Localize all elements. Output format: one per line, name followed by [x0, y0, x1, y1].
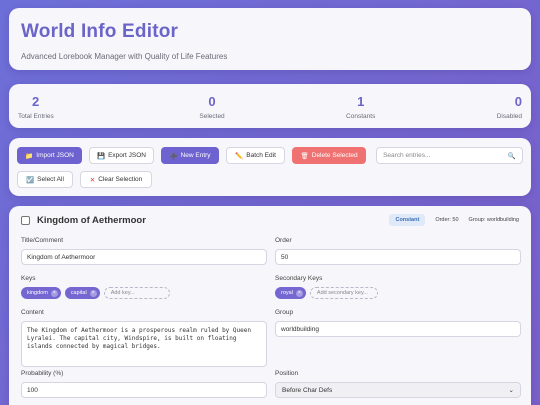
- clear-selection-label: Clear Selection: [98, 176, 143, 183]
- save-icon: 💾: [96, 152, 106, 160]
- stat-disabled-value: 0: [514, 94, 522, 109]
- probability-value: 100: [27, 386, 38, 394]
- remove-tag-icon[interactable]: ×: [295, 289, 303, 297]
- title-field[interactable]: Kingdom of Aethermoor: [21, 249, 267, 265]
- plus-icon: ➕: [169, 152, 178, 160]
- batch-edit-button[interactable]: ✏️ Batch Edit: [226, 147, 286, 164]
- delete-selected-label: Delete Selected: [311, 152, 358, 159]
- stat-total-value: 2: [32, 94, 40, 109]
- search-icon: 🔍: [507, 152, 516, 160]
- new-entry-label: New Entry: [180, 152, 211, 159]
- add-key-placeholder: Add key...: [110, 290, 135, 296]
- key-tag-label: kingdom: [27, 290, 48, 296]
- position-label: Position: [275, 370, 299, 377]
- probability-label: Probability (%): [21, 370, 64, 377]
- order-meta: Order: 50: [435, 217, 459, 223]
- secondary-keys-label: Secondary Keys: [275, 275, 323, 282]
- batch-edit-label: Batch Edit: [246, 152, 276, 159]
- secondary-key-tag-label: royal: [281, 290, 293, 296]
- stat-selected-label: Selected: [199, 113, 225, 120]
- order-field[interactable]: 50: [275, 249, 521, 265]
- key-tag-label: capital: [70, 290, 87, 296]
- stat-constants-label: Constants: [346, 113, 376, 120]
- title-label: Title/Comment: [21, 237, 64, 244]
- key-tag: capital ×: [64, 287, 100, 299]
- close-icon: ✕: [89, 176, 96, 184]
- content-label: Content: [21, 309, 44, 316]
- entry-title: Kingdom of Aethermoor: [37, 214, 146, 226]
- remove-tag-icon[interactable]: ×: [50, 289, 58, 297]
- content-textarea[interactable]: The Kingdom of Aethermoor is a prosperou…: [21, 321, 267, 367]
- add-secondary-key-input[interactable]: Add secondary key...: [309, 287, 378, 299]
- stats-card: 2 Total Entries 0 Selected 1 Constants 0…: [9, 84, 531, 128]
- checkbox-icon: ☑️: [26, 176, 35, 184]
- remove-tag-icon[interactable]: ×: [89, 289, 97, 297]
- keys-label: Keys: [21, 275, 36, 282]
- title-value: Kingdom of Aethermoor: [27, 253, 96, 261]
- stat-total-label: Total Entries: [18, 113, 54, 120]
- probability-field[interactable]: 100: [21, 382, 267, 398]
- stat-selected-value: 0: [208, 94, 216, 109]
- stat-disabled-label: Disabled: [496, 113, 522, 120]
- select-all-label: Select All: [37, 176, 64, 183]
- order-label: Order: [275, 237, 292, 244]
- select-all-button[interactable]: ☑️ Select All: [17, 171, 73, 188]
- search-input[interactable]: Search entries... 🔍: [376, 147, 523, 164]
- delete-selected-button[interactable]: 🗑 Delete Selected: [292, 147, 367, 164]
- pencil-icon: ✏️: [235, 152, 244, 160]
- add-secondary-placeholder: Add secondary key...: [316, 290, 368, 296]
- export-json-label: Export JSON: [108, 152, 147, 159]
- add-key-input[interactable]: Add key...: [103, 287, 170, 299]
- stat-constants: 1 Constants: [346, 94, 375, 128]
- key-tag: kingdom ×: [21, 287, 61, 299]
- stat-constants-value: 1: [357, 94, 365, 109]
- group-field[interactable]: worldbuilding: [275, 321, 521, 337]
- app-subtitle: Advanced Lorebook Manager with Quality o…: [21, 52, 228, 61]
- group-label: Group: [275, 309, 294, 316]
- import-json-button[interactable]: 📁 Import JSON: [17, 147, 82, 164]
- entry-checkbox[interactable]: [21, 215, 30, 225]
- new-entry-button[interactable]: ➕ New Entry: [161, 147, 219, 164]
- clear-selection-button[interactable]: ✕ Clear Selection: [80, 171, 152, 188]
- import-json-label: Import JSON: [36, 152, 74, 159]
- export-json-button[interactable]: 💾 Export JSON: [89, 147, 154, 164]
- header-card: World Info Editor Advanced Lorebook Mana…: [9, 8, 531, 70]
- stat-disabled: 0 Disabled: [497, 94, 522, 128]
- chevron-down-icon: ⌄: [508, 387, 514, 394]
- folder-icon: 📁: [25, 152, 34, 160]
- order-value: 50: [281, 253, 289, 261]
- position-value: Before Char Defs: [282, 386, 333, 394]
- stat-total: 2 Total Entries: [18, 94, 78, 128]
- group-meta: Group: worldbuilding: [468, 217, 519, 223]
- toolbar-card: 📁 Import JSON 💾 Export JSON ➕ New Entry …: [9, 138, 531, 196]
- entry-card: Kingdom of Aethermoor Constant Order: 50…: [9, 206, 531, 405]
- secondary-key-tag: royal ×: [275, 287, 306, 299]
- app-title: World Info Editor: [21, 21, 179, 42]
- stat-selected: 0 Selected: [199, 94, 224, 128]
- group-value: worldbuilding: [281, 325, 319, 333]
- constant-badge: Constant: [389, 214, 426, 226]
- trash-icon: 🗑: [300, 152, 309, 160]
- position-select[interactable]: Before Char Defs ⌄: [275, 382, 521, 398]
- search-placeholder: Search entries...: [383, 152, 431, 159]
